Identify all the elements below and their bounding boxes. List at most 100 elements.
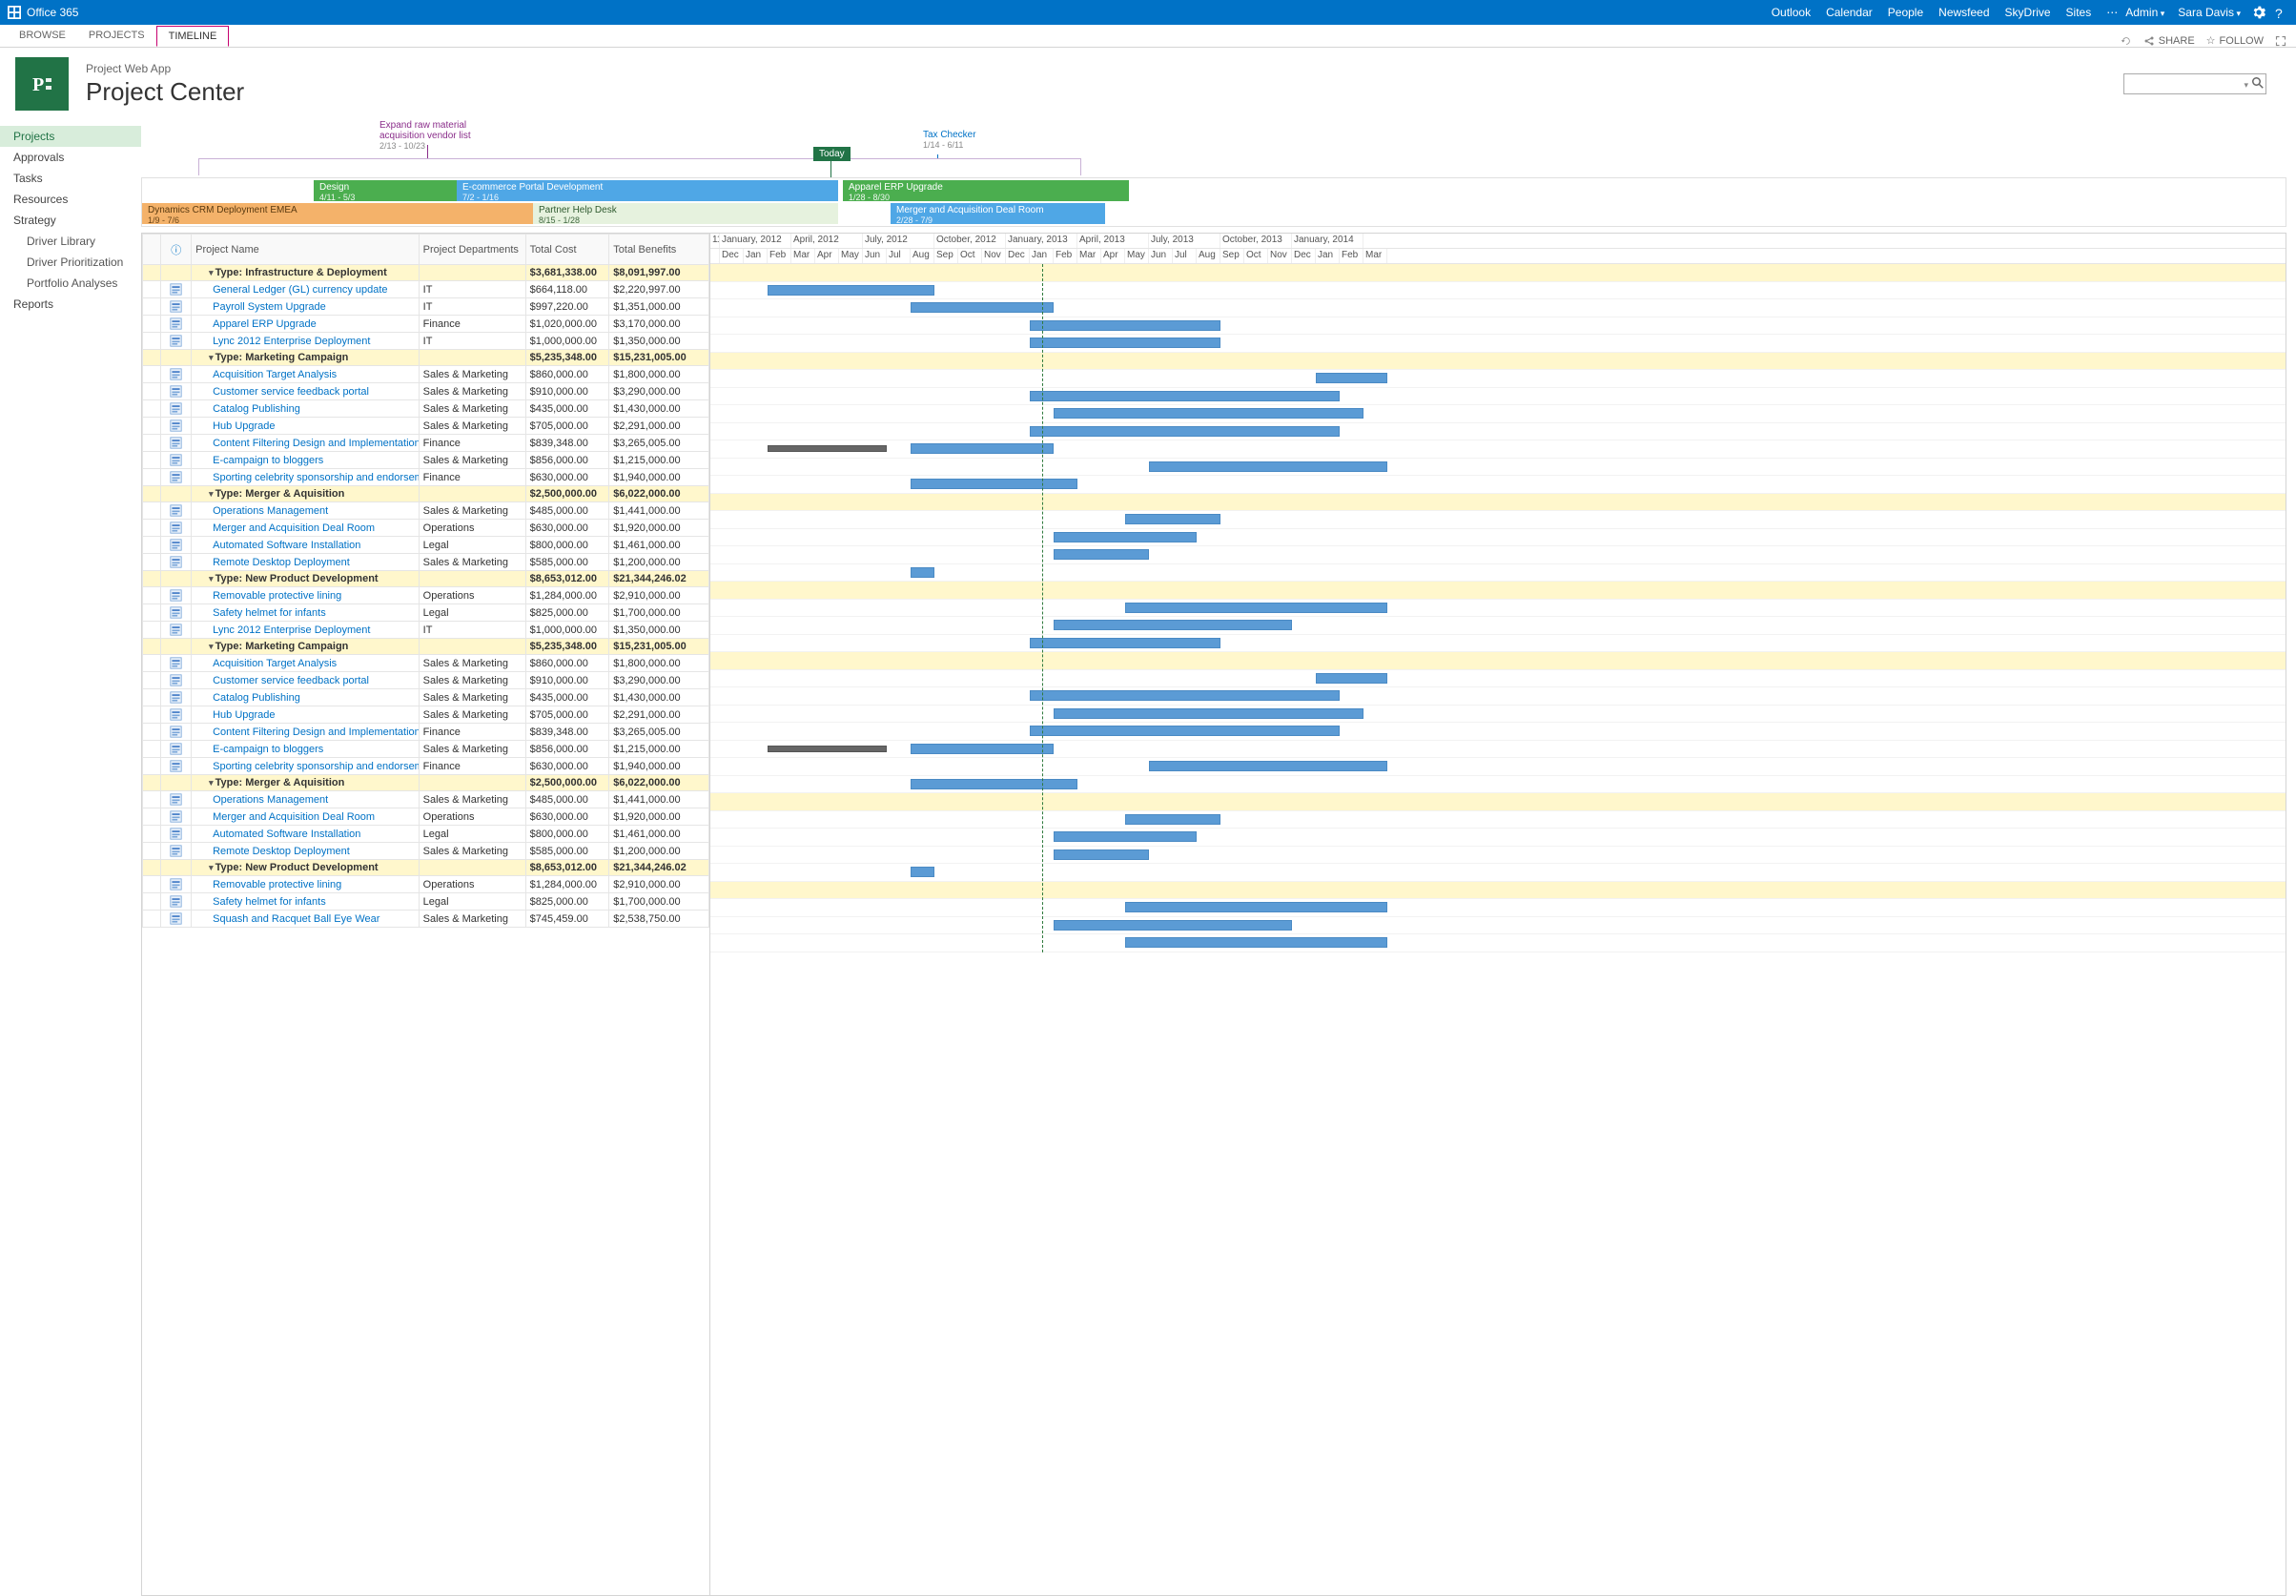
gantt-bar[interactable] — [1316, 373, 1387, 383]
timeline-callout[interactable]: Tax Checker1/14 - 6/11 — [923, 130, 976, 150]
gantt-bar[interactable] — [1030, 726, 1340, 736]
timeline-bar[interactable]: E-commerce Portal Development7/2 - 1/16 — [457, 180, 838, 201]
project-link[interactable]: Automated Software Installation — [195, 540, 360, 551]
o365-nav-people[interactable]: People — [1888, 6, 1923, 19]
grid-group-row[interactable]: Type: New Product Development$8,653,012.… — [143, 571, 709, 587]
project-grid[interactable]: ⓘ Project Name Project Departments Total… — [142, 234, 710, 1595]
gantt-bar[interactable] — [1125, 514, 1220, 524]
share-button[interactable]: SHARE — [2143, 35, 2195, 47]
grid-row[interactable]: Automated Software InstallationLegal$800… — [143, 826, 709, 843]
timeline-bar[interactable]: Partner Help Desk8/15 - 1/28 — [533, 203, 838, 224]
gantt-bar[interactable] — [1149, 461, 1387, 472]
gantt-bar[interactable] — [1054, 620, 1292, 630]
grid-group-row[interactable]: Type: Merger & Aquisition$2,500,000.00$6… — [143, 486, 709, 502]
gantt-bar[interactable] — [1125, 937, 1387, 948]
ellipsis-icon[interactable]: ⋯ — [2106, 6, 2118, 19]
name-header[interactable]: Project Name — [192, 235, 420, 265]
project-link[interactable]: Apparel ERP Upgrade — [195, 318, 317, 330]
grid-row[interactable]: Merger and Acquisition Deal RoomOperatio… — [143, 520, 709, 537]
grid-row[interactable]: Customer service feedback portalSales & … — [143, 383, 709, 400]
gantt-bar[interactable] — [1030, 426, 1340, 437]
gantt-bar[interactable] — [1030, 638, 1220, 648]
grid-row[interactable]: Hub UpgradeSales & Marketing$705,000.00$… — [143, 418, 709, 435]
project-logo[interactable]: P — [15, 57, 69, 111]
timeline-bar[interactable]: Merger and Acquisition Deal Room2/28 - 7… — [891, 203, 1105, 224]
focus-icon[interactable] — [2275, 35, 2286, 47]
gantt-scroll-x[interactable] — [710, 1580, 2286, 1595]
project-link[interactable]: Lync 2012 Enterprise Deployment — [195, 336, 370, 347]
ribbon-tab-projects[interactable]: PROJECTS — [77, 26, 156, 47]
project-link[interactable]: Customer service feedback portal — [195, 675, 369, 686]
timeline-callout[interactable]: Expand raw material acquisition vendor l… — [379, 120, 503, 151]
project-link[interactable]: Removable protective lining — [195, 879, 341, 890]
gantt-bar[interactable] — [1125, 902, 1387, 912]
gantt-bar[interactable] — [1054, 831, 1197, 842]
project-link[interactable]: Sporting celebrity sponsorship and endor… — [195, 761, 419, 772]
grid-row[interactable]: Hub UpgradeSales & Marketing$705,000.00$… — [143, 706, 709, 724]
project-link[interactable]: Safety helmet for infants — [195, 896, 326, 908]
gantt-chart[interactable]: 11January, 2012April, 2012July, 2012Octo… — [710, 234, 2286, 1595]
gantt-bar[interactable] — [1030, 320, 1220, 331]
gantt-bar[interactable] — [1316, 673, 1387, 684]
o365-brand[interactable]: Office 365 — [8, 6, 78, 19]
project-link[interactable]: Catalog Publishing — [195, 403, 300, 415]
grid-row[interactable]: Catalog PublishingSales & Marketing$435,… — [143, 689, 709, 706]
grid-row[interactable]: E-campaign to bloggersSales & Marketing$… — [143, 452, 709, 469]
timeline-bar[interactable]: Apparel ERP Upgrade1/28 - 8/30 — [843, 180, 1129, 201]
o365-nav-skydrive[interactable]: SkyDrive — [2005, 6, 2051, 19]
grid-row[interactable]: Merger and Acquisition Deal RoomOperatio… — [143, 808, 709, 826]
grid-row[interactable]: Content Filtering Design and Implementat… — [143, 724, 709, 741]
leftnav-reports[interactable]: Reports — [0, 294, 141, 315]
grid-row[interactable]: Sporting celebrity sponsorship and endor… — [143, 758, 709, 775]
ben-header[interactable]: Total Benefits — [609, 235, 709, 265]
gantt-bar[interactable] — [768, 445, 887, 452]
leftnav-strategy[interactable]: Strategy — [0, 210, 141, 231]
grid-row[interactable]: Operations ManagementSales & Marketing$4… — [143, 791, 709, 808]
grid-row[interactable]: E-campaign to bloggersSales & Marketing$… — [143, 741, 709, 758]
timeline-bar[interactable]: Dynamics CRM Deployment EMEA1/9 - 7/6 — [142, 203, 533, 224]
project-link[interactable]: Acquisition Target Analysis — [195, 369, 337, 380]
project-link[interactable]: Merger and Acquisition Deal Room — [195, 522, 375, 534]
project-link[interactable]: Safety helmet for infants — [195, 607, 326, 619]
gantt-bar[interactable] — [768, 285, 934, 296]
grid-scroll-x[interactable] — [142, 1580, 709, 1595]
grid-row[interactable]: Content Filtering Design and Implementat… — [143, 435, 709, 452]
grid-row[interactable]: Lync 2012 Enterprise DeploymentIT$1,000,… — [143, 333, 709, 350]
gantt-bar[interactable] — [1030, 338, 1220, 348]
project-link[interactable]: Sporting celebrity sponsorship and endor… — [195, 472, 419, 483]
breadcrumb[interactable]: Project Web App — [86, 62, 244, 75]
grid-row[interactable]: Acquisition Target AnalysisSales & Marke… — [143, 655, 709, 672]
project-link[interactable]: E-campaign to bloggers — [195, 744, 323, 755]
gantt-bar[interactable] — [1054, 849, 1149, 860]
project-link[interactable]: Removable protective lining — [195, 590, 341, 602]
user-menu[interactable]: Sara Davis — [2178, 6, 2241, 19]
info-header[interactable]: ⓘ — [161, 235, 192, 265]
grid-row[interactable]: Remote Desktop DeploymentSales & Marketi… — [143, 843, 709, 860]
project-link[interactable]: Merger and Acquisition Deal Room — [195, 811, 375, 823]
gantt-bar[interactable] — [1054, 549, 1149, 560]
leftnav-tasks[interactable]: Tasks — [0, 168, 141, 189]
grid-group-row[interactable]: Type: Marketing Campaign$5,235,348.00$15… — [143, 350, 709, 366]
project-link[interactable]: Content Filtering Design and Implementat… — [195, 726, 419, 738]
follow-button[interactable]: ☆ FOLLOW — [2206, 34, 2264, 47]
timeline-bars[interactable]: Design4/11 - 5/3E-commerce Portal Develo… — [141, 177, 2286, 227]
gantt-bar[interactable] — [1054, 408, 1363, 419]
project-link[interactable]: Hub Upgrade — [195, 709, 275, 721]
grid-row[interactable]: Removable protective liningOperations$1,… — [143, 876, 709, 893]
grid-group-row[interactable]: Type: Marketing Campaign$5,235,348.00$15… — [143, 639, 709, 655]
project-link[interactable]: Catalog Publishing — [195, 692, 300, 704]
project-link[interactable]: Customer service feedback portal — [195, 386, 369, 398]
gantt-bar[interactable] — [1030, 690, 1340, 701]
grid-row[interactable]: Lync 2012 Enterprise DeploymentIT$1,000,… — [143, 622, 709, 639]
dept-header[interactable]: Project Departments — [419, 235, 525, 265]
leftnav-portfolio-analyses[interactable]: Portfolio Analyses — [0, 273, 141, 294]
gantt-bar[interactable] — [1030, 391, 1340, 401]
grid-row[interactable]: Squash and Racquet Ball Eye WearSales & … — [143, 911, 709, 928]
leftnav-projects[interactable]: Projects — [0, 126, 141, 147]
search-dropdown-caret[interactable]: ▾ — [2244, 80, 2248, 91]
help-icon[interactable]: ? — [2275, 6, 2288, 19]
gantt-bar[interactable] — [911, 567, 934, 578]
grid-row[interactable]: Operations ManagementSales & Marketing$4… — [143, 502, 709, 520]
leftnav-driver-prioritization[interactable]: Driver Prioritization — [0, 252, 141, 273]
gantt-bar[interactable] — [911, 443, 1054, 454]
